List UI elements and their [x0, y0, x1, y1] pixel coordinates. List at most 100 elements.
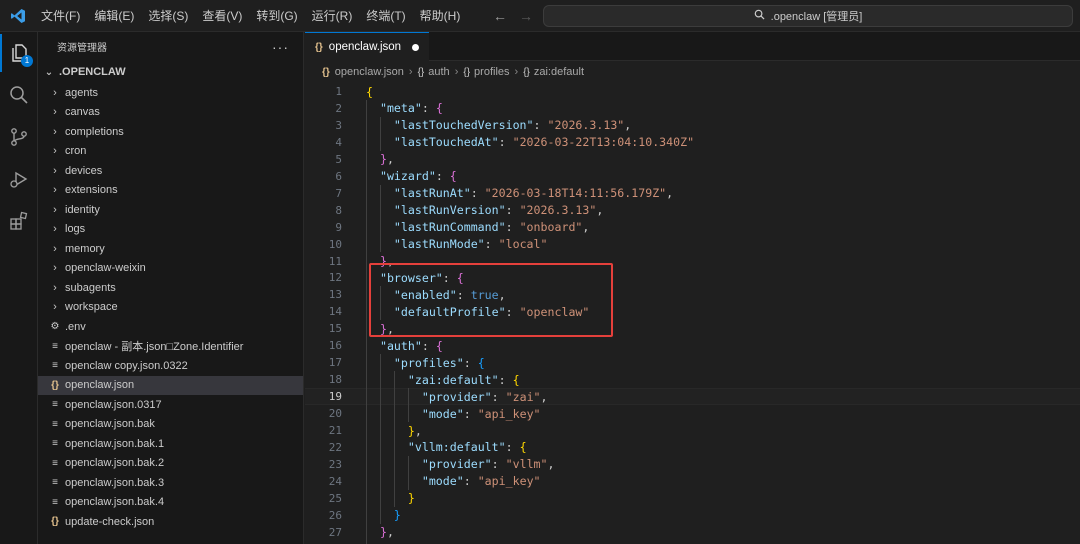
back-arrow-icon[interactable]: ←	[492, 8, 508, 24]
explorer-badge: 1	[21, 55, 33, 67]
chevron-right-icon: ›	[53, 301, 57, 314]
file-item[interactable]: ≡ openclaw.json.bak.2	[38, 454, 303, 474]
line-number: 27	[328, 525, 342, 539]
navigation-arrows: ← →	[492, 0, 534, 32]
breadcrumb-separator-icon: ›	[454, 66, 459, 78]
source-control-icon[interactable]	[0, 118, 38, 156]
folder-item[interactable]: › workspace	[38, 298, 303, 318]
code-line: 25 }	[305, 490, 1080, 507]
line-number: 21	[328, 424, 342, 437]
more-actions-icon[interactable]: ···	[272, 39, 289, 55]
explorer-sidebar: 资源管理器 ··· ⌄ .OPENCLAW › agents › canvas › com…	[38, 32, 304, 544]
code-token: "wizard"	[379, 169, 436, 184]
files-icon[interactable]: 1	[0, 34, 38, 72]
file-item[interactable]: ≡ openclaw.json.bak.1	[38, 434, 303, 454]
code-token: }	[379, 525, 387, 540]
code-line: 23 "provider": "vllm",	[305, 456, 1080, 473]
menu-item[interactable]: 选择(S)	[141, 0, 195, 32]
code-line: 2 "meta": {	[305, 100, 1080, 117]
forward-arrow-icon[interactable]: →	[518, 8, 534, 24]
breadcrumb-item[interactable]: auth	[428, 66, 449, 78]
code-token: :	[435, 169, 450, 184]
menu-item[interactable]: 转到(G)	[249, 0, 304, 32]
line-number: 9	[335, 220, 342, 234]
folder-item[interactable]: › memory	[38, 239, 303, 259]
folder-item[interactable]: › cron	[38, 142, 303, 162]
folder-item[interactable]: › completions	[38, 122, 303, 142]
file-item[interactable]: ≡ openclaw - 副本.json□Zone.Identifier	[38, 337, 303, 357]
folder-item[interactable]: › subagents	[38, 278, 303, 298]
code-line: 18 "zai:default": {	[305, 371, 1080, 388]
code-text: "lastTouchedVersion": "2026.3.13",	[366, 118, 631, 132]
menu-item[interactable]: 运行(R)	[305, 0, 360, 32]
line-number: 6	[335, 169, 342, 183]
object-icon: {}	[463, 66, 471, 78]
json-file-icon: {}	[315, 41, 323, 53]
folder-label: devices	[65, 164, 103, 177]
code-token: {	[435, 101, 443, 116]
folder-item[interactable]: › extensions	[38, 181, 303, 201]
file-item[interactable]: ≡ openclaw.json.bak	[38, 415, 303, 435]
code-line: 22 "vllm:default": {	[305, 439, 1080, 456]
code-token: :	[463, 355, 478, 370]
file-item[interactable]: {} update-check.json	[38, 512, 303, 532]
tab-label: openclaw.json	[328, 41, 402, 53]
lines-icon: ≡	[52, 399, 58, 411]
breadcrumb-item[interactable]: openclaw.json	[335, 66, 404, 78]
run-debug-icon[interactable]	[0, 160, 38, 198]
code-text: "auth": {	[366, 339, 443, 353]
file-item[interactable]: ⚙ .env	[38, 317, 303, 337]
file-item[interactable]: ≡ openclaw copy.json.0322	[38, 356, 303, 376]
code-text: "lastRunMode": "local"	[366, 237, 548, 251]
folder-item[interactable]: › logs	[38, 220, 303, 240]
indent-guide	[408, 388, 409, 422]
menu-item[interactable]: 编辑(E)	[87, 0, 141, 32]
menu-item[interactable]: 查看(V)	[195, 0, 249, 32]
workspace-root-folder[interactable]: ⌄ .OPENCLAW	[38, 61, 303, 83]
code-line: 5 },	[305, 151, 1080, 168]
line-number: 25	[328, 491, 342, 505]
indent-guide	[394, 371, 395, 507]
folder-item[interactable]: › agents	[38, 83, 303, 103]
code-token: "vllm:default"	[407, 440, 506, 455]
extensions-icon[interactable]	[0, 202, 38, 240]
search-icon[interactable]	[0, 76, 38, 114]
menu-item[interactable]: 帮助(H)	[413, 0, 468, 32]
folder-label: agents	[65, 86, 99, 99]
breadcrumb-item[interactable]: profiles	[474, 66, 509, 78]
tab-openclaw-json[interactable]: {} openclaw.json	[305, 32, 430, 61]
menu-item[interactable]: 终端(T)	[359, 0, 412, 32]
menu-item[interactable]: 文件(F)	[34, 0, 87, 32]
line-number: 17	[328, 356, 342, 370]
file-item[interactable]: {} openclaw.json	[38, 375, 303, 395]
file-label: openclaw.json.0317	[65, 398, 162, 411]
code-token: "profiles"	[393, 355, 464, 370]
file-item[interactable]: ≡ openclaw.json.0317	[38, 395, 303, 415]
code-token: ,	[596, 203, 604, 218]
folder-item[interactable]: › canvas	[38, 103, 303, 123]
code-text: "lastTouchedAt": "2026-03-22T13:04:10.34…	[366, 135, 694, 149]
code-token: "api_key"	[477, 406, 541, 421]
code-text: {	[366, 85, 373, 99]
command-center-search[interactable]: .openclaw [管理员]	[543, 5, 1073, 27]
code-text: "wizard": {	[366, 169, 457, 183]
code-token: ,	[547, 457, 555, 472]
code-line: 24 "mode": "api_key"	[305, 473, 1080, 490]
code-token: "mode"	[421, 406, 464, 421]
unsaved-dot-icon[interactable]	[412, 43, 420, 51]
file-item[interactable]: ≡ openclaw.json.bak.3	[38, 473, 303, 493]
code-text: "meta": {	[366, 101, 443, 115]
breadcrumb-item[interactable]: zai:default	[534, 66, 584, 78]
folder-item[interactable]: › devices	[38, 161, 303, 181]
file-item[interactable]: ≡ openclaw.json.bak.4	[38, 493, 303, 513]
folder-item[interactable]: › identity	[38, 200, 303, 220]
code-token: "zai:default"	[407, 372, 499, 387]
code-token: "onboard"	[519, 220, 583, 235]
code-line: 7 "lastRunAt": "2026-03-18T14:11:56.179Z…	[305, 185, 1080, 202]
folder-item[interactable]: › openclaw-weixin	[38, 259, 303, 279]
activity-bar: 1	[0, 32, 38, 544]
code-token: "lastRunVersion"	[393, 203, 506, 218]
command-center-label: .openclaw [管理员]	[770, 11, 863, 23]
lines-icon: ≡	[52, 438, 58, 450]
code-line: 16 "auth": {	[305, 337, 1080, 354]
